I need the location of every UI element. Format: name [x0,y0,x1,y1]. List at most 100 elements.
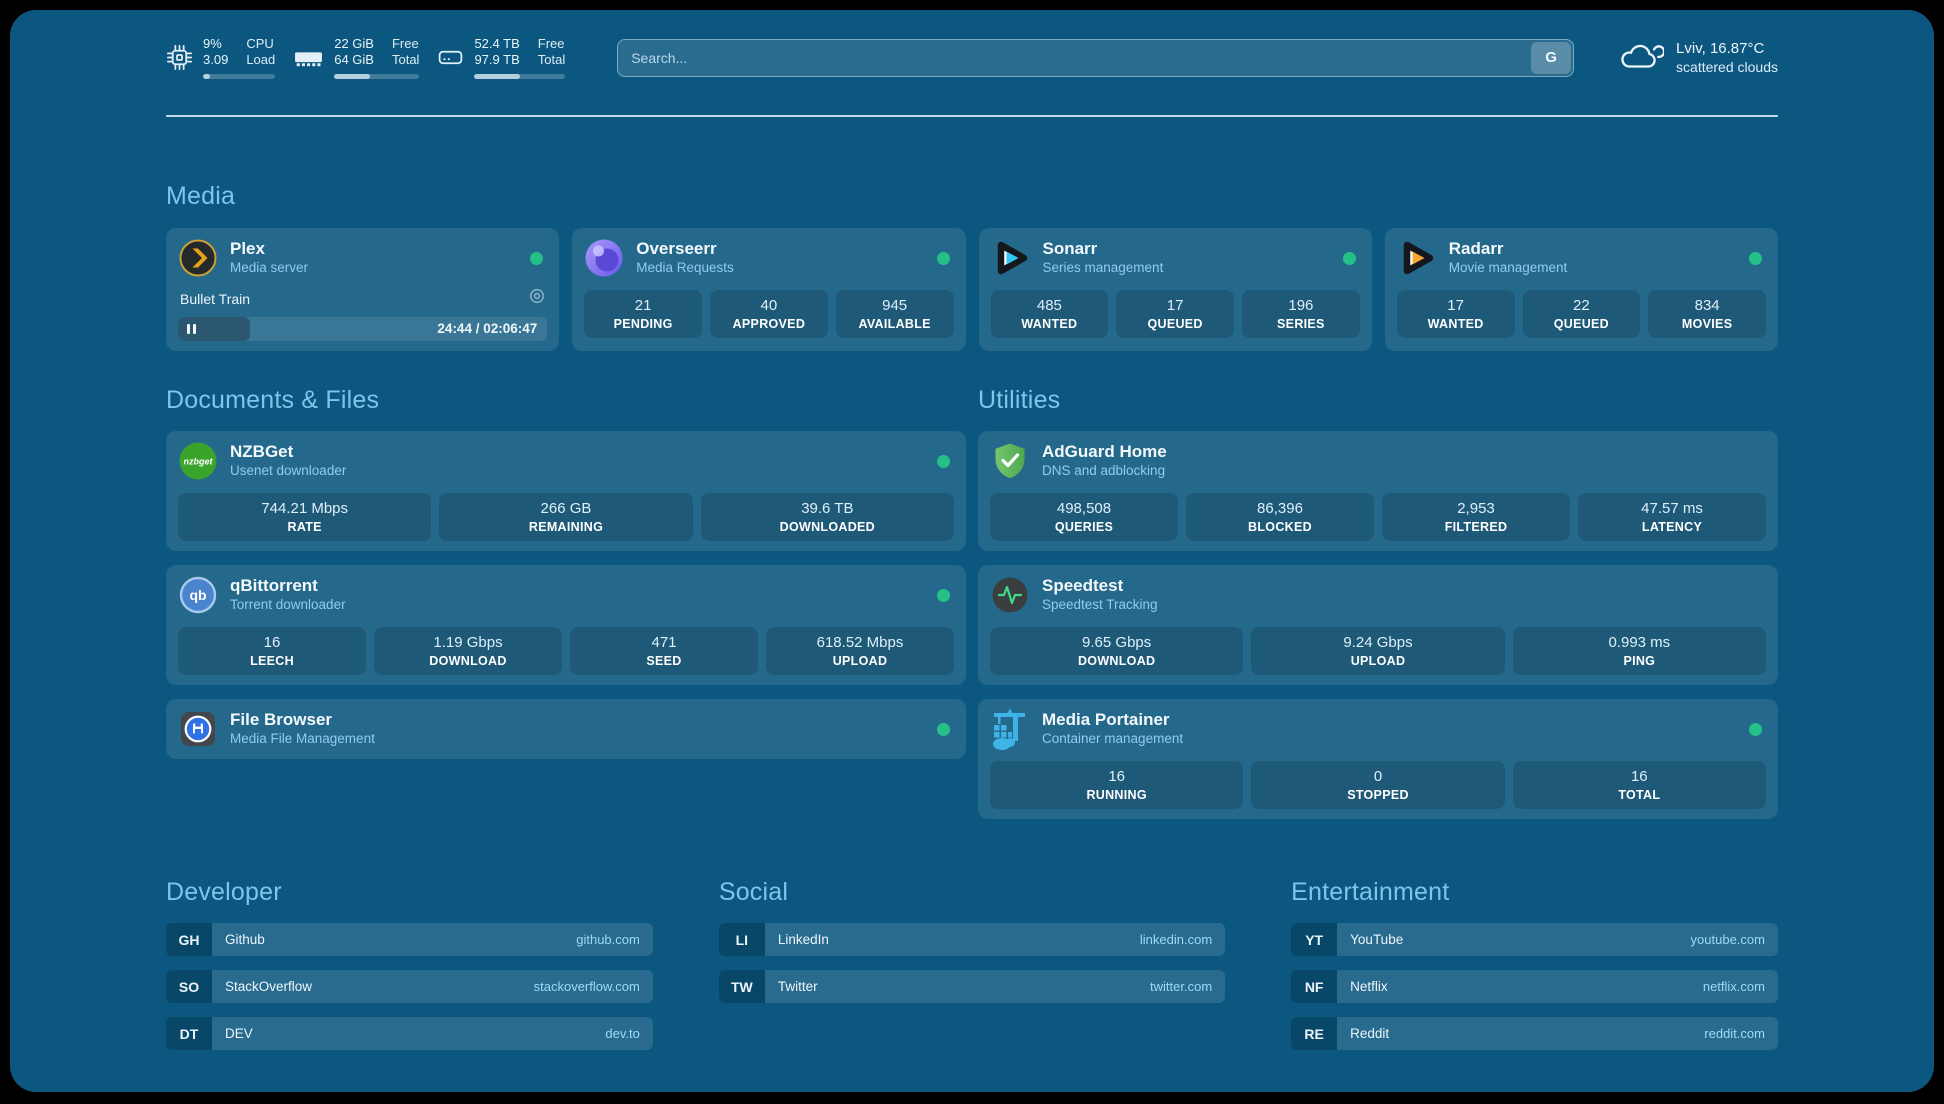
stat-value: 86,396 [1188,500,1372,518]
app-title: Plex [230,239,518,258]
bookmark-link[interactable]: LI LinkedIn linkedin.com [719,923,1225,956]
bookmark-link[interactable]: RE Reddit reddit.com [1291,1017,1778,1050]
stat-value: 945 [838,297,952,315]
stat-value: 471 [572,634,756,652]
stat-label: RUNNING [992,787,1241,803]
stat-tile: 1.19 Gbps DOWNLOAD [374,627,562,675]
bookmark-abbr: NF [1291,970,1337,1003]
stat-label: AVAILABLE [838,316,952,332]
stat-value: 9.65 Gbps [992,634,1241,652]
bookmark-url: dev.to [605,1026,639,1041]
app-card-plex[interactable]: Plex Media server Bullet Train [166,228,559,351]
stat-tile: 16 RUNNING [990,761,1243,809]
stat-value: 0.993 ms [1515,634,1764,652]
disk-progress-track [474,74,565,79]
stat-label: LATENCY [1580,519,1764,535]
stat-label: RATE [180,519,429,535]
status-dot [937,723,950,736]
stat-tile: 196 SERIES [1242,290,1360,338]
qbittorrent-icon: qb [178,575,218,615]
bookmark-url: github.com [576,932,640,947]
app-card-radarr[interactable]: Radarr Movie management 17 WANTED 22 QUE… [1385,228,1778,351]
bookmark-link[interactable]: NF Netflix netflix.com [1291,970,1778,1003]
app-subtitle: Speedtest Tracking [1042,595,1766,614]
app-card-nzbget[interactable]: nzbget NZBGet Usenet downloader 744.21 M… [166,431,966,551]
stat-label: QUEUED [1118,316,1232,332]
app-title: Media Portainer [1042,710,1737,729]
section-title-developer: Developer [166,877,653,907]
weather-widget[interactable]: Lviv, 16.87°C scattered clouds [1618,37,1778,78]
bookmark-link[interactable]: DT DEV dev.to [166,1017,653,1050]
bookmark-abbr: SO [166,970,212,1003]
weather-condition: scattered clouds [1676,58,1778,77]
stat-label: STOPPED [1253,787,1502,803]
stat-tile: 618.52 Mbps UPLOAD [766,627,954,675]
ram-free: 22 GiB [334,36,374,52]
plex-icon [178,238,218,278]
bookmark-link[interactable]: GH Github github.com [166,923,653,956]
bookmark-link[interactable]: SO StackOverflow stackoverflow.com [166,970,653,1003]
ram-label-1: Free [392,36,419,52]
section-developer: Developer GH Github github.com SO StackO… [166,877,653,1050]
stat-value: 16 [1515,768,1764,786]
stat-label: QUEUED [1525,316,1639,332]
status-dot [937,589,950,602]
stat-value: 618.52 Mbps [768,634,952,652]
app-subtitle: Media server [230,258,518,277]
cpu-label-2: Load [246,52,275,68]
search-engine-button[interactable]: G [1531,42,1571,74]
stat-label: PENDING [586,316,700,332]
app-card-speedtest[interactable]: Speedtest Speedtest Tracking 9.65 Gbps D… [978,565,1778,685]
app-card-overseerr[interactable]: Overseerr Media Requests 21 PENDING 40 A… [572,228,965,351]
search-area: G [617,39,1574,77]
stat-tile: 2,953 FILTERED [1382,493,1570,541]
playback-progress[interactable]: 24:44 / 02:06:47 [178,317,547,341]
stat-value: 16 [992,768,1241,786]
app-subtitle: Movie management [1449,258,1737,277]
search-input[interactable] [618,50,1573,66]
app-card-qbittorrent[interactable]: qb qBittorrent Torrent downloader 16 LEE… [166,565,966,685]
app-card-portainer[interactable]: Media Portainer Container management 16 … [978,699,1778,819]
stat-label: REMAINING [441,519,690,535]
stat-label: DOWNLOADED [703,519,952,535]
bookmark-name: Reddit [1350,1026,1389,1041]
bookmark-bar: DEV dev.to [212,1017,653,1050]
bookmark-link[interactable]: YT YouTube youtube.com [1291,923,1778,956]
stat-tile: 0 STOPPED [1251,761,1504,809]
app-card-adguard[interactable]: AdGuard Home DNS and adblocking 498,508 … [978,431,1778,551]
header-divider [166,115,1778,117]
bookmark-abbr: GH [166,923,212,956]
bookmark-abbr: RE [1291,1017,1337,1050]
bookmark-link[interactable]: TW Twitter twitter.com [719,970,1225,1003]
stat-label: TOTAL [1515,787,1764,803]
status-dot [937,455,950,468]
stat-tile: 16 TOTAL [1513,761,1766,809]
dashboard-canvas: 9%3.09 CPULoad 22 GiB64 GiB FreeTotal [10,10,1934,1092]
playback-progress-fill [178,317,250,341]
app-card-filebrowser[interactable]: File Browser Media File Management [166,699,966,759]
section-documents: Documents & Files nzbget NZBGet Usenet d… [166,385,966,759]
disk-stat: 52.4 TB97.9 TB FreeTotal [437,36,565,79]
session-icon[interactable] [529,288,545,309]
bookmark-url: reddit.com [1704,1026,1765,1041]
search-box: G [617,39,1574,77]
app-title: NZBGet [230,442,925,461]
pause-icon[interactable] [187,324,196,334]
ram-total: 64 GiB [334,52,374,68]
stat-label: UPLOAD [768,653,952,669]
app-card-sonarr[interactable]: Sonarr Series management 485 WANTED 17 Q… [979,228,1372,351]
svg-text:qb: qb [189,587,206,603]
cloud-icon [1618,37,1664,78]
section-title-entertainment: Entertainment [1291,877,1778,907]
stat-value: 196 [1244,297,1358,315]
app-subtitle: DNS and adblocking [1042,461,1766,480]
ram-icon [293,44,324,71]
stat-tile: 86,396 BLOCKED [1186,493,1374,541]
bookmark-bar: Netflix netflix.com [1337,970,1778,1003]
stat-tile: 485 WANTED [991,290,1109,338]
stat-tile: 17 WANTED [1397,290,1515,338]
section-media: Media Plex Media server [166,181,1778,351]
app-title: Overseerr [636,239,924,258]
disk-label-1: Free [538,36,565,52]
stat-tile: 47.57 ms LATENCY [1578,493,1766,541]
